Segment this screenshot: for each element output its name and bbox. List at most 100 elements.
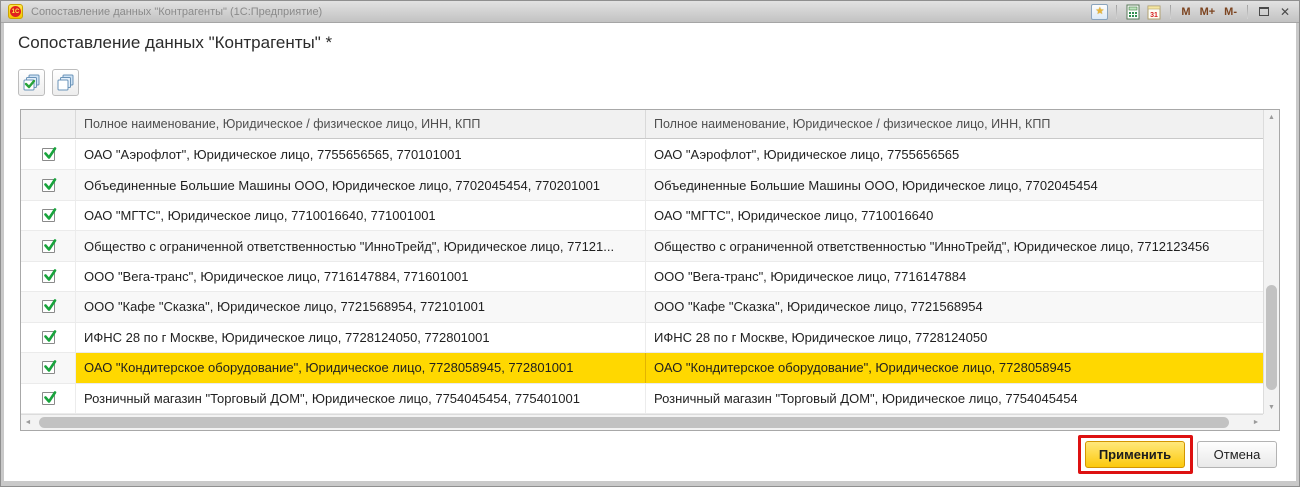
cancel-button[interactable]: Отмена <box>1197 441 1277 468</box>
row-checkbox-cell[interactable] <box>21 353 76 382</box>
scroll-left-icon[interactable]: ◄ <box>21 415 35 430</box>
source-counterparty-cell[interactable]: Объединенные Большие Машины ООО, Юридиче… <box>76 170 646 199</box>
memory-m-plus-button[interactable]: M+ <box>1198 6 1218 18</box>
table-body: ОАО "Аэрофлот", Юридическое лицо, 775565… <box>21 140 1263 414</box>
horizontal-scrollbar-thumb[interactable] <box>39 417 1229 428</box>
close-button[interactable]: ✕ <box>1277 5 1293 19</box>
row-checkbox[interactable] <box>42 209 55 222</box>
checkmark-icon <box>42 145 58 161</box>
row-checkbox-cell[interactable] <box>21 262 76 291</box>
apply-button[interactable]: Применить <box>1085 441 1185 468</box>
memory-m-minus-button[interactable]: M- <box>1222 6 1239 18</box>
close-icon: ✕ <box>1280 5 1290 19</box>
row-checkbox[interactable] <box>42 392 55 405</box>
row-checkbox[interactable] <box>42 240 55 253</box>
source-counterparty-cell[interactable]: ООО "Кафе "Сказка", Юридическое лицо, 77… <box>76 292 646 321</box>
row-checkbox[interactable] <box>42 270 55 283</box>
separator <box>1170 5 1171 19</box>
page-title: Сопоставление данных "Контрагенты" * <box>18 33 332 53</box>
app-window: 1С Сопоставление данных "Контрагенты" (1… <box>0 0 1300 487</box>
title-bar: 1С Сопоставление данных "Контрагенты" (1… <box>1 1 1299 23</box>
checkmark-icon <box>42 176 58 192</box>
toolbar <box>18 69 79 96</box>
vertical-scrollbar-thumb[interactable] <box>1266 285 1277 390</box>
scroll-right-icon[interactable]: ► <box>1249 415 1263 430</box>
table-row[interactable]: ОАО "Аэрофлот", Юридическое лицо, 775565… <box>21 140 1263 170</box>
table-row[interactable]: ООО "Кафе "Сказка", Юридическое лицо, 77… <box>21 292 1263 322</box>
set-all-flags-icon <box>22 73 41 92</box>
table-row[interactable]: ОАО "МГТС", Юридическое лицо, 7710016640… <box>21 201 1263 231</box>
source-counterparty-cell[interactable]: ОАО "Кондитерское оборудование", Юридиче… <box>76 353 646 382</box>
table-row[interactable]: Объединенные Большие Машины ООО, Юридиче… <box>21 170 1263 200</box>
separator <box>1247 5 1248 19</box>
calculator-button[interactable] <box>1125 4 1141 20</box>
svg-text:31: 31 <box>1151 12 1159 19</box>
target-counterparty-cell[interactable]: ОАО "МГТС", Юридическое лицо, 7710016640 <box>646 201 1263 230</box>
scroll-down-icon[interactable]: ▼ <box>1264 400 1279 414</box>
table-row[interactable]: ОАО "Кондитерское оборудование", Юридиче… <box>21 353 1263 383</box>
table-row[interactable]: Общество с ограниченной ответственностью… <box>21 231 1263 261</box>
vertical-scrollbar[interactable]: ▲ ▼ <box>1263 110 1279 414</box>
target-counterparty-cell[interactable]: ООО "Кафе "Сказка", Юридическое лицо, 77… <box>646 292 1263 321</box>
mapping-table: Полное наименование, Юридическое / физич… <box>20 109 1280 431</box>
window-title: Сопоставление данных "Контрагенты" (1С:П… <box>31 6 1091 18</box>
1c-logo-text: 1С <box>10 6 21 17</box>
set-all-flags-button[interactable] <box>18 69 45 96</box>
row-checkbox-cell[interactable] <box>21 323 76 352</box>
checkmark-icon <box>42 389 58 405</box>
checkmark-icon <box>42 297 58 313</box>
target-counterparty-cell[interactable]: ОАО "Кондитерское оборудование", Юридиче… <box>646 353 1263 382</box>
clear-all-flags-button[interactable] <box>52 69 79 96</box>
maximize-icon <box>1259 7 1269 16</box>
row-checkbox[interactable] <box>42 148 55 161</box>
calendar-icon: 31 <box>1146 4 1162 20</box>
row-checkbox[interactable] <box>42 331 55 344</box>
row-checkbox-cell[interactable] <box>21 201 76 230</box>
window-content: Сопоставление данных "Контрагенты" * <box>4 23 1296 481</box>
horizontal-scrollbar[interactable]: ◄ ► <box>21 414 1263 430</box>
checkmark-icon <box>42 206 58 222</box>
target-counterparty-cell[interactable]: Объединенные Большие Машины ООО, Юридиче… <box>646 170 1263 199</box>
row-checkbox[interactable] <box>42 361 55 374</box>
row-checkbox-cell[interactable] <box>21 140 76 169</box>
source-counterparty-cell[interactable]: Розничный магазин "Торговый ДОМ", Юридич… <box>76 384 646 413</box>
source-counterparty-cell[interactable]: ООО "Вега-транс", Юридическое лицо, 7716… <box>76 262 646 291</box>
source-counterparty-cell[interactable]: ОАО "Аэрофлот", Юридическое лицо, 775565… <box>76 140 646 169</box>
checkmark-icon <box>42 237 58 253</box>
target-counterparty-cell[interactable]: Розничный магазин "Торговый ДОМ", Юридич… <box>646 384 1263 413</box>
source-counterparty-cell[interactable]: ОАО "МГТС", Юридическое лицо, 7710016640… <box>76 201 646 230</box>
row-checkbox[interactable] <box>42 300 55 313</box>
checkmark-icon <box>42 328 58 344</box>
header-checkbox-column <box>21 110 76 138</box>
row-checkbox-cell[interactable] <box>21 231 76 260</box>
header-source-column: Полное наименование, Юридическое / физич… <box>76 110 646 138</box>
header-target-column: Полное наименование, Юридическое / физич… <box>646 110 1263 138</box>
clear-all-flags-icon <box>56 73 75 92</box>
scroll-up-icon[interactable]: ▲ <box>1264 110 1279 124</box>
row-checkbox-cell[interactable] <box>21 384 76 413</box>
row-checkbox-cell[interactable] <box>21 292 76 321</box>
favorites-button[interactable]: ★ <box>1091 4 1108 20</box>
table-row[interactable]: ООО "Вега-транс", Юридическое лицо, 7716… <box>21 262 1263 292</box>
1c-logo-icon: 1С <box>8 4 23 19</box>
checkmark-icon <box>42 358 58 374</box>
target-counterparty-cell[interactable]: ИФНС 28 по г Москве, Юридическое лицо, 7… <box>646 323 1263 352</box>
scrollbar-corner <box>1263 414 1279 430</box>
checkmark-icon <box>42 267 58 283</box>
separator <box>1116 5 1117 19</box>
target-counterparty-cell[interactable]: ООО "Вега-транс", Юридическое лицо, 7716… <box>646 262 1263 291</box>
calculator-icon <box>1125 4 1141 20</box>
table-row[interactable]: ИФНС 28 по г Москве, Юридическое лицо, 7… <box>21 323 1263 353</box>
table-header: Полное наименование, Юридическое / физич… <box>21 110 1263 139</box>
table-row[interactable]: Розничный магазин "Торговый ДОМ", Юридич… <box>21 384 1263 414</box>
source-counterparty-cell[interactable]: Общество с ограниченной ответственностью… <box>76 231 646 260</box>
target-counterparty-cell[interactable]: Общество с ограниченной ответственностью… <box>646 231 1263 260</box>
maximize-button[interactable] <box>1256 5 1272 19</box>
row-checkbox-cell[interactable] <box>21 170 76 199</box>
target-counterparty-cell[interactable]: ОАО "Аэрофлот", Юридическое лицо, 775565… <box>646 140 1263 169</box>
star-icon: ★ <box>1095 6 1104 17</box>
source-counterparty-cell[interactable]: ИФНС 28 по г Москве, Юридическое лицо, 7… <box>76 323 646 352</box>
memory-m-button[interactable]: M <box>1179 6 1192 18</box>
row-checkbox[interactable] <box>42 179 55 192</box>
calendar-button[interactable]: 31 <box>1146 4 1162 20</box>
